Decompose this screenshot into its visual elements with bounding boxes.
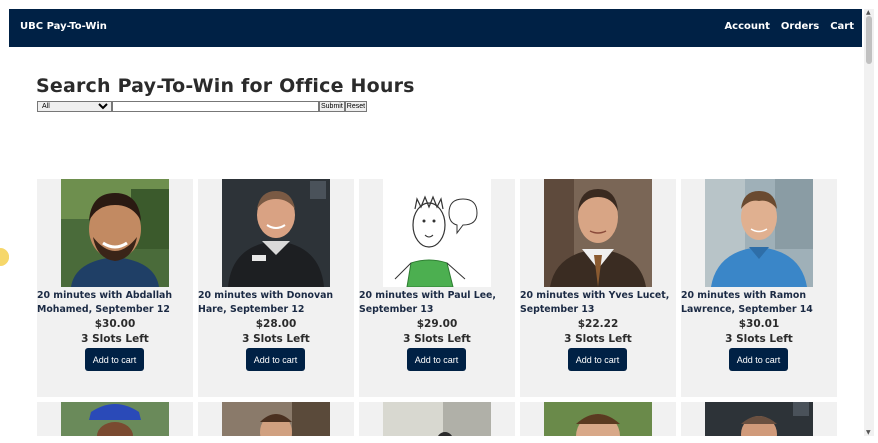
category-select[interactable]: All [37, 101, 112, 112]
add-to-cart-button[interactable]: Add to cart [246, 348, 305, 371]
product-title[interactable]: 20 minutes with Donovan Hare, September … [198, 289, 358, 317]
slots-left: 3 Slots Left [725, 333, 793, 345]
product-price: $28.00 [255, 318, 297, 330]
top-navbar: UBC Pay-To-Win Account Orders Cart [9, 9, 862, 47]
reset-button[interactable]: Reset [344, 101, 368, 112]
abdallah-mohamed-photo [61, 179, 169, 287]
nav-links: Account Orders Cart [724, 21, 854, 32]
product-price: $30.01 [738, 318, 780, 330]
product-title[interactable]: 20 minutes with Paul Lee, September 13 [359, 289, 519, 317]
product-title[interactable]: 20 minutes with Abdallah Mohamed, Septem… [37, 289, 197, 317]
slots-left: 3 Slots Left [403, 333, 471, 345]
brand-link[interactable]: UBC Pay-To-Win [20, 21, 107, 32]
product-photo [705, 402, 813, 436]
slots-left: 3 Slots Left [564, 333, 632, 345]
page-title: Search Pay-To-Win for Office Hours [36, 75, 415, 97]
add-to-cart-button[interactable]: Add to cart [85, 348, 144, 371]
product-price: $29.00 [416, 318, 458, 330]
nav-account-link[interactable]: Account [724, 21, 769, 32]
donovan-hare-photo [222, 179, 330, 287]
product-title[interactable]: 20 minutes with Yves Lucet, September 13 [520, 289, 680, 317]
paul-lee-drawing [383, 179, 491, 287]
vertical-scrollbar[interactable]: ▲ ▼ [864, 9, 874, 436]
scroll-down-icon[interactable]: ▼ [866, 429, 871, 436]
add-to-cart-button[interactable]: Add to cart [407, 348, 466, 371]
ramon-lawrence-photo [705, 179, 813, 287]
scrollbar-thumb[interactable] [866, 16, 872, 64]
scroll-up-icon[interactable]: ▲ [866, 9, 871, 16]
theme-toggle-icon[interactable] [0, 246, 10, 268]
product-card-partial [520, 402, 676, 436]
yves-lucet-photo [544, 179, 652, 287]
product-photo [383, 402, 491, 436]
nav-orders-link[interactable]: Orders [781, 21, 819, 32]
slots-left: 3 Slots Left [242, 333, 310, 345]
nav-cart-link[interactable]: Cart [830, 21, 854, 32]
product-card-partial [198, 402, 354, 436]
product-card-partial [359, 402, 515, 436]
product-price: $22.22 [577, 318, 619, 330]
search-input[interactable] [112, 101, 319, 112]
product-photo [544, 402, 652, 436]
search-form: All Submit Reset [37, 101, 368, 112]
product-card: 20 minutes with Abdallah Mohamed, Septem… [37, 179, 193, 397]
product-card: 20 minutes with Ramon Lawrence, Septembe… [681, 179, 837, 397]
product-photo [61, 402, 169, 436]
product-card: 20 minutes with Paul Lee, September 13 $… [359, 179, 515, 397]
submit-button[interactable]: Submit [319, 101, 345, 112]
product-card-partial [681, 402, 837, 436]
product-photo [222, 402, 330, 436]
product-card: 20 minutes with Donovan Hare, September … [198, 179, 354, 397]
product-card: 20 minutes with Yves Lucet, September 13… [520, 179, 676, 397]
slots-left: 3 Slots Left [81, 333, 149, 345]
product-card-partial [37, 402, 193, 436]
page: UBC Pay-To-Win Account Orders Cart Searc… [9, 9, 862, 436]
product-price: $30.00 [94, 318, 136, 330]
product-title[interactable]: 20 minutes with Ramon Lawrence, Septembe… [681, 289, 841, 317]
add-to-cart-button[interactable]: Add to cart [568, 348, 627, 371]
add-to-cart-button[interactable]: Add to cart [729, 348, 788, 371]
